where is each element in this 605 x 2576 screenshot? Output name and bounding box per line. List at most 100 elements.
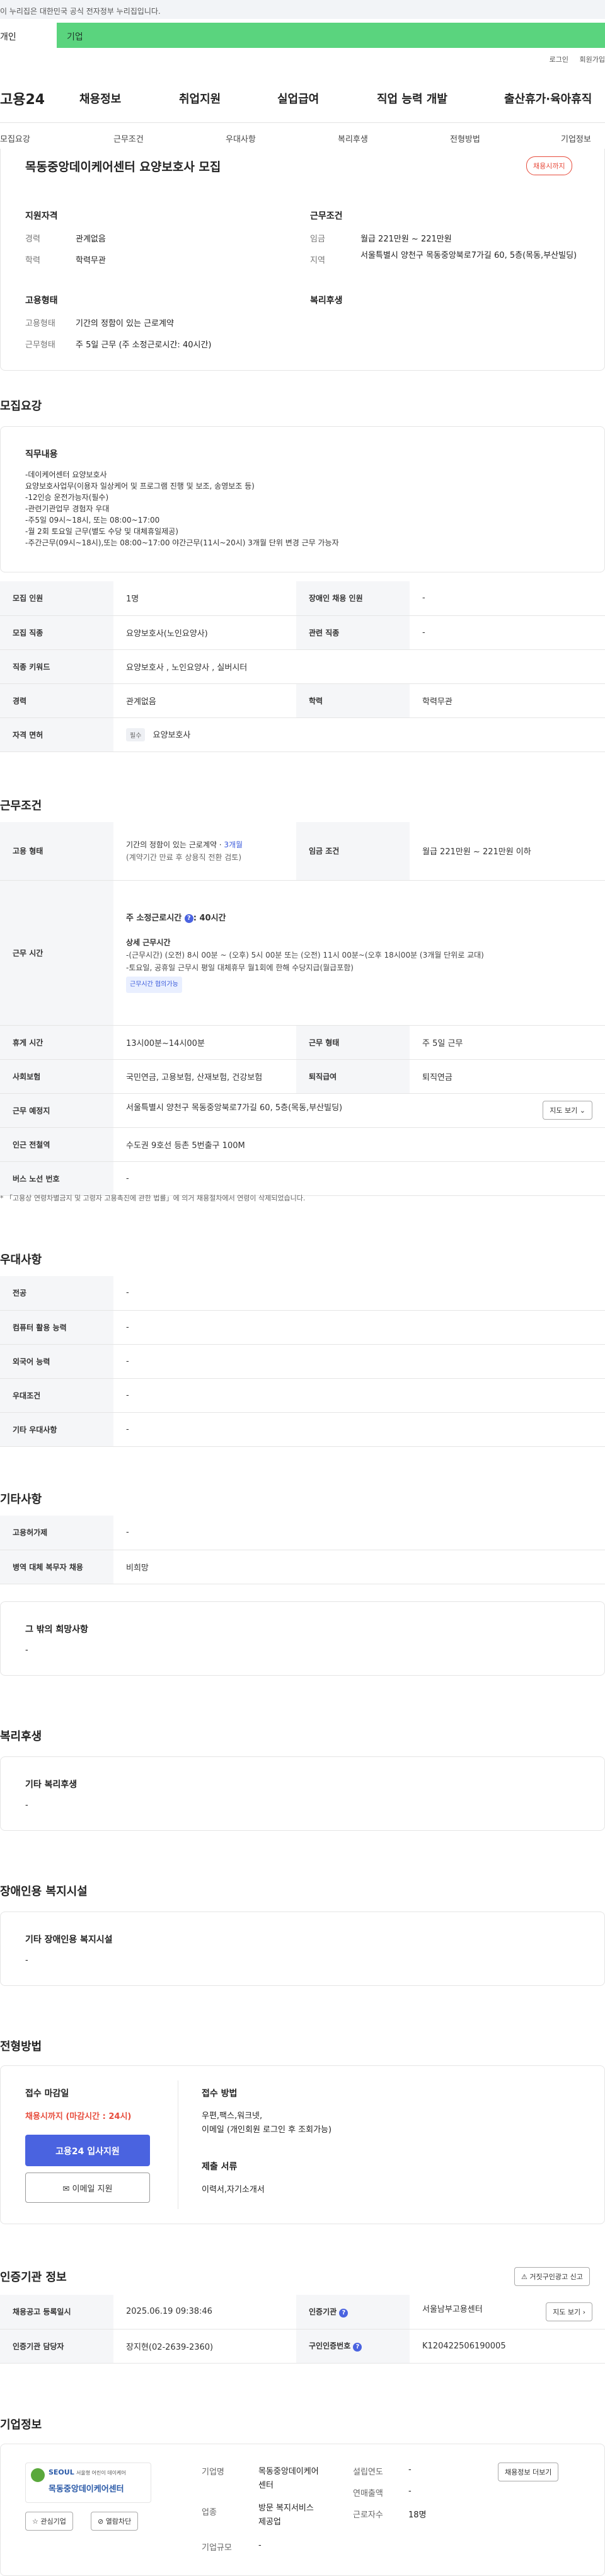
other-wish-box	[0, 1601, 605, 1676]
table-row: 자격 면허 필수 요양보호사	[0, 717, 605, 752]
company-size-key: 기업규모	[202, 2543, 232, 2553]
disabled-box	[0, 1912, 605, 1986]
table-row: 기타 우대사항 -	[0, 1412, 605, 1447]
login-link[interactable]: 로그인	[550, 55, 568, 64]
edu-value: 학력무관	[76, 256, 106, 265]
gnb-item-unemployment-benefit[interactable]: 실업급여	[277, 90, 319, 107]
pref-heading: 우대사항	[0, 1253, 42, 1267]
wtype-key: 근무형태	[25, 340, 55, 350]
signup-link[interactable]: 회원가입	[580, 55, 605, 64]
table-row: 고용 형태 기간의 정함이 있는 근로계약 · 3개월 (계약기간 만료 후 상…	[0, 822, 605, 881]
subnav-recruit[interactable]: 모집요강	[0, 132, 30, 144]
map-button-label: 지도 보기	[553, 2307, 581, 2316]
welfare-heading: 복리후생	[310, 296, 343, 306]
duty-heading: 직무내용	[25, 450, 58, 460]
report-button-label: 거짓구인광고 신고	[529, 2273, 583, 2281]
hours-line: -토요일, 공휴일 근무시 평일 대체휴무 월1회에 한해 수당지급(월급포함)	[126, 963, 354, 972]
disabled-heading: 장애인용 복지시설	[0, 1885, 88, 1898]
cell-value: 장지현(02-2639-2360)	[113, 2329, 296, 2364]
cell-key: 모집 인원	[0, 581, 113, 616]
gnb-item-jobs[interactable]: 채용정보	[79, 90, 121, 107]
email-apply-button[interactable]: ✉ 이메일 지원	[25, 2173, 150, 2203]
cell-key: 병역 대체 복무자 채용	[0, 1550, 113, 1584]
cell-key: 퇴직급여	[296, 1059, 410, 1094]
table-row: 인근 전철역 수도권 9호선 등촌 5번출구 100M	[0, 1127, 605, 1162]
block-label: 열람차단	[105, 2517, 132, 2526]
other-wish-value: -	[25, 1645, 28, 1655]
gnb-item-skills[interactable]: 직업 능력 개발	[377, 90, 447, 107]
company-name-key: 기업명	[202, 2468, 224, 2477]
tab-individual[interactable]: 개인	[0, 23, 57, 48]
cell-key: 장애인 채용 인원	[296, 581, 410, 616]
hours-line: -(근무시간) (오전) 8시 00분 ~ (오후) 5시 00분 또는 (오전…	[126, 951, 484, 960]
cell-value: -	[113, 1276, 605, 1311]
info-icon[interactable]: ?	[353, 2343, 362, 2352]
cell-value: -	[113, 1161, 605, 1196]
cell-key: 관련 직종	[296, 615, 410, 650]
favorite-company-button[interactable]: ☆ 관심기업	[25, 2512, 73, 2531]
map-button[interactable]: 지도 보기 ⌄	[543, 1101, 592, 1120]
map-button-label: 지도 보기	[550, 1106, 578, 1115]
cell-key: 임금 조건	[296, 822, 410, 881]
table-row: 모집 인원 1명 장애인 채용 인원 -	[0, 581, 605, 616]
wtype-value: 주 5일 근무 (주 소정근로시간: 40시간)	[76, 340, 212, 350]
subnav-conditions[interactable]: 근무조건	[113, 132, 144, 144]
cell-value: K120422506190005	[410, 2329, 605, 2364]
subnav-company[interactable]: 기업정보	[561, 132, 591, 144]
cell-value: 1명	[113, 581, 296, 616]
alert-icon: ⚠	[521, 2273, 527, 2281]
pref-table: 전공 - 컴퓨터 활용 능력 - 외국어 능력 - 우대조건 - 기타 우대사항 -	[0, 1276, 605, 1447]
other-wish-heading: 그 밖의 희망사항	[25, 1625, 88, 1635]
more-jobs-button[interactable]: 채용정보 더보기	[498, 2463, 559, 2481]
subnav-preference[interactable]: 우대사항	[226, 132, 256, 144]
cell-key: 외국어 능력	[0, 1344, 113, 1379]
region-value: 서울특별시 양천구 목동중앙북로7가길 60, 5층(목동,부산빌딩)	[360, 251, 577, 260]
cell-key: 채용공고 등록일시	[0, 2295, 113, 2329]
table-row: 병역 대체 복무자 채용 비희망	[0, 1550, 605, 1584]
apply-button[interactable]: 고용24 입사지원	[25, 2135, 150, 2166]
table-row: 모집 직종 요양보호사(노인요양사) 관련 직종 -	[0, 615, 605, 650]
required-tag: 필수	[126, 728, 146, 741]
est-key: 설립연도	[353, 2468, 383, 2477]
cell-value: 수도권 9호선 등촌 5번출구 100M	[113, 1127, 605, 1162]
site-logo[interactable]: 고용24	[0, 88, 45, 108]
table-row: 전공 -	[0, 1276, 605, 1311]
report-button[interactable]: ⚠ 거짓구인광고 신고	[514, 2267, 590, 2286]
cell-value: -	[410, 615, 605, 650]
work-heading: 근무조건	[0, 799, 42, 813]
method-value: 이메일 (개인회원 로그인 후 조회가능)	[202, 2125, 332, 2135]
method-heading: 접수 방법	[202, 2089, 238, 2099]
table-row: 근무 예정지 서울특별시 양천구 목동중앙북로7가길 60, 5층(목동,부산빌…	[0, 1093, 605, 1128]
duty-line: 요양보호사업무(이용자 일상케어 및 프로그램 진행 및 보조, 송영보조 등)	[25, 482, 255, 490]
gnb-item-employment-support[interactable]: 취업지원	[179, 90, 221, 107]
employees-value: 18명	[408, 2510, 427, 2520]
cell-value: -	[113, 1310, 605, 1345]
table-row: 인증기관 담당자 장지현(02-2639-2360) 구인인증번호 ? K120…	[0, 2329, 605, 2364]
cert-table: 채용공고 등록일시 2025.06.19 09:38:46 인증기관 ? 서울남…	[0, 2295, 605, 2364]
block-view-button[interactable]: ⊘ 열람차단	[91, 2512, 139, 2531]
industry-value: 제공업	[258, 2517, 281, 2527]
cell-value: -	[410, 581, 605, 616]
tab-business[interactable]: 기업	[57, 23, 605, 48]
recruit-heading: 모집요강	[0, 400, 42, 413]
cond-heading: 근무조건	[310, 211, 343, 221]
table-row: 외국어 능력 -	[0, 1344, 605, 1379]
map-button[interactable]: 지도 보기 ›	[546, 2302, 592, 2321]
subnav-welfare[interactable]: 복리후생	[338, 132, 368, 144]
table-row: 직종 키워드 요양보호사 , 노인요양사 , 실버시터	[0, 649, 605, 684]
industry-value: 방문 복지서비스	[258, 2503, 314, 2513]
company-name-value: 센터	[258, 2481, 274, 2490]
table-row: 고용허가제 -	[0, 1516, 605, 1550]
cell-key: 인증기관	[309, 2307, 337, 2316]
star-icon: ☆	[32, 2517, 38, 2526]
cell-value: -	[113, 1516, 605, 1550]
subnav-process[interactable]: 전형방법	[450, 132, 480, 144]
info-icon[interactable]: ?	[339, 2308, 349, 2318]
gnb-item-leave[interactable]: 출산휴가·육아휴직	[504, 90, 592, 107]
info-icon[interactable]: ?	[184, 914, 193, 923]
company-size-value: -	[258, 2541, 262, 2550]
company-name-value: 목동중앙데이케어	[258, 2467, 319, 2476]
cell-key: 근무 예정지	[0, 1093, 113, 1128]
table-row: 우대조건 -	[0, 1378, 605, 1413]
cell-value: 요양보호사(노인요양사)	[113, 615, 296, 650]
